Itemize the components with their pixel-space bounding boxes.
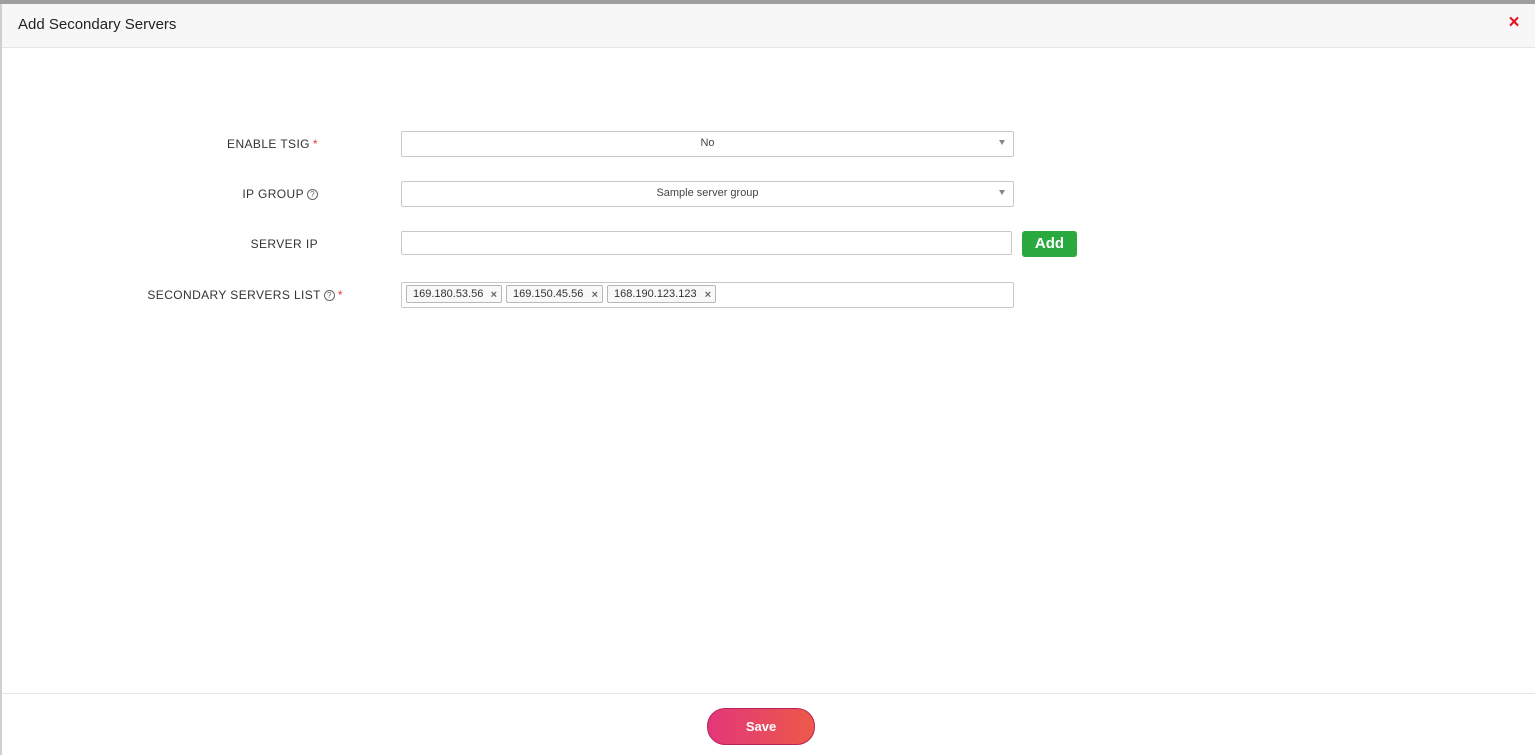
server-tag: 168.190.123.123 × [607,285,716,303]
remove-tag-icon[interactable]: × [491,287,497,303]
secondary-servers-list-label-text: SECONDARY SERVERS LIST [147,288,321,302]
secondary-servers-list-label: SECONDARY SERVERS LIST? * [147,288,343,302]
dropdown-arrow-icon [999,190,1005,195]
add-server-ip-button[interactable]: Add [1022,231,1077,257]
modal-header: Add Secondary Servers × [2,4,1535,48]
server-tag-ip: 169.150.45.56 [513,288,584,300]
enable-tsig-label-text: ENABLE TSIG [227,137,310,151]
remove-tag-icon[interactable]: × [705,287,711,303]
server-ip-label-text: SERVER IP [250,237,318,251]
modal-title: Add Secondary Servers [18,16,177,33]
close-icon[interactable]: × [1506,13,1522,32]
enable-tsig-label: ENABLE TSIG * [227,137,318,151]
enable-tsig-select[interactable]: No [401,131,1014,157]
enable-tsig-value: No [700,137,715,149]
remove-tag-icon[interactable]: × [592,287,598,303]
server-tag: 169.180.53.56 × [406,285,502,303]
dropdown-arrow-icon [999,140,1005,145]
ip-group-label-text: IP GROUP [242,187,304,201]
server-ip-input[interactable] [401,231,1012,255]
required-mark: * [337,288,343,302]
modal-footer: Save [2,693,1535,756]
ip-group-label: IP GROUP? [242,187,318,201]
required-mark: * [312,137,318,151]
server-tag-ip: 168.190.123.123 [614,288,697,300]
save-button[interactable]: Save [707,708,815,745]
server-ip-label: SERVER IP [251,237,318,251]
secondary-servers-tag-input[interactable]: 169.180.53.56 × 169.150.45.56 × 168.190.… [401,282,1014,308]
server-tag-ip: 169.180.53.56 [413,288,484,300]
help-icon[interactable]: ? [323,290,335,301]
add-secondary-servers-modal: Add Secondary Servers × ENABLE TSIG * No … [2,4,1535,756]
ip-group-select[interactable]: Sample server group [401,181,1014,207]
server-tag: 169.150.45.56 × [506,285,603,303]
ip-group-value: Sample server group [656,187,759,199]
help-icon[interactable]: ? [307,189,318,200]
